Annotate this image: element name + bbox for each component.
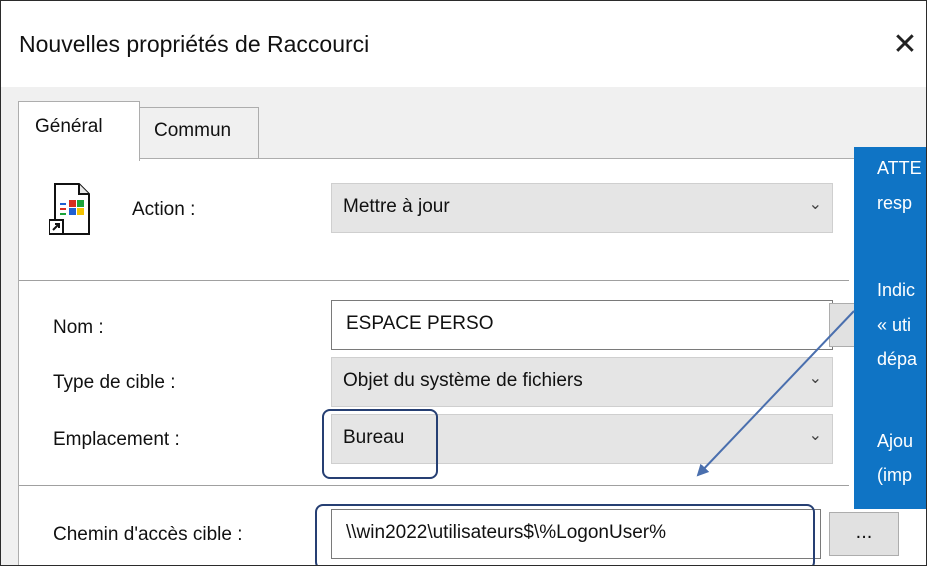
- annotation-arrow: [696, 310, 855, 477]
- dialog-window: Nouvelles propriétés de Raccourci ✕ Géné…: [0, 0, 927, 566]
- tab-general[interactable]: Général: [18, 101, 140, 161]
